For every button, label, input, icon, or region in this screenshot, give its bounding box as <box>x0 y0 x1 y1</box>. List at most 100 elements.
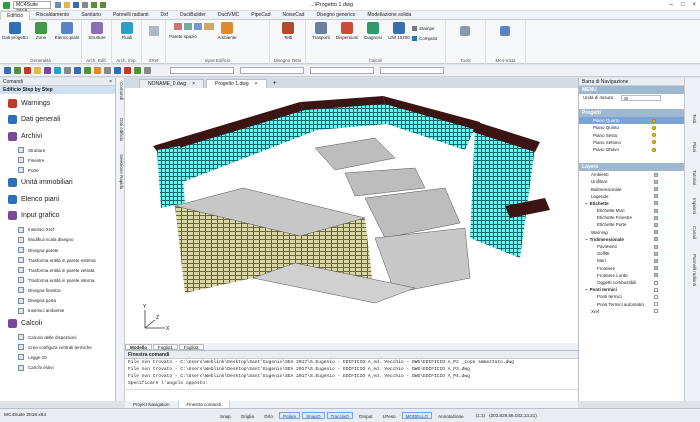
toolbar-icon[interactable] <box>144 67 151 74</box>
ribbon-tab[interactable]: DuctBuilder <box>174 11 212 20</box>
command-item[interactable]: Inserisci Xref <box>0 225 116 234</box>
status-toggle[interactable]: LPeso <box>379 412 400 419</box>
save-icon[interactable] <box>73 2 79 8</box>
toolbar-icon[interactable] <box>64 67 71 74</box>
command-item[interactable]: Trasforma entità in parete interna <box>0 276 116 285</box>
new-tab-icon[interactable]: + <box>273 79 277 88</box>
layer-checkbox[interactable] <box>654 280 658 285</box>
toolbar-icon[interactable] <box>24 67 31 74</box>
ribbon-tab[interactable]: Edificio <box>0 10 31 20</box>
unit-select[interactable]: SI <box>621 94 661 101</box>
lineweight-select[interactable] <box>380 67 444 74</box>
layer-checkbox[interactable] <box>654 208 658 213</box>
floor-item[interactable]: Piano Settimo <box>579 139 684 146</box>
layer-checkbox[interactable] <box>654 273 658 278</box>
computo-button[interactable]: Computo <box>412 36 437 41</box>
layout-tab[interactable]: Foglio2 <box>178 343 204 350</box>
command-item[interactable]: Legge 10 <box>0 353 116 362</box>
vertical-tab[interactable]: Tutorial <box>689 170 697 185</box>
print-icon[interactable] <box>82 2 88 8</box>
layer-checkbox[interactable] <box>654 230 658 235</box>
ribbon-tab[interactable]: NoiseCad <box>276 11 310 20</box>
status-toggle[interactable]: Griglia <box>237 412 258 419</box>
layer-checkbox[interactable] <box>654 223 658 228</box>
bulb-icon[interactable] <box>652 140 656 145</box>
layer-item[interactable]: Legende <box>579 193 684 200</box>
maximize-icon[interactable]: □ <box>681 2 685 8</box>
strutture-button[interactable]: Strutture <box>84 22 110 40</box>
layer-select[interactable] <box>170 67 234 74</box>
ambiente-button[interactable]: Ambiente <box>214 22 240 40</box>
command-item[interactable]: Disegna porta <box>0 296 116 305</box>
layer-item[interactable]: Frontiere <box>579 265 684 272</box>
status-toggle[interactable]: SnapO <box>302 412 325 419</box>
open-icon[interactable] <box>64 2 70 8</box>
close-icon[interactable]: × <box>109 78 115 85</box>
expand-icon[interactable]: − <box>585 200 588 207</box>
layer-checkbox[interactable] <box>654 302 658 307</box>
tools-icon[interactable] <box>460 26 470 36</box>
layer-checkbox[interactable] <box>654 187 658 192</box>
command-item[interactable]: Strutture <box>0 146 116 155</box>
ribbon-tab[interactable]: Modellazione solida <box>361 11 417 20</box>
vista-icon[interactable] <box>500 26 510 36</box>
toolbar-icon[interactable] <box>104 67 111 74</box>
linetype-select[interactable] <box>310 67 374 74</box>
trasporti-button[interactable]: Trasporti <box>308 22 334 40</box>
ribbon-tab[interactable]: Disegno generico <box>310 11 361 20</box>
undo-icon[interactable] <box>91 2 97 8</box>
status-toggle[interactable]: Annotazione <box>434 412 468 419</box>
command-item[interactable]: Crea configura centrali termiche <box>0 343 116 352</box>
tetti-button[interactable]: Tetti <box>275 22 301 40</box>
layer-checkbox[interactable] <box>654 172 658 177</box>
zone-button[interactable]: Zone <box>28 22 54 40</box>
layer-checkbox[interactable] <box>654 251 658 256</box>
command-item[interactable]: Finestre <box>0 156 116 165</box>
ribbon-tab[interactable]: Riscaldamento <box>30 11 75 20</box>
document-tab[interactable]: NONAME_0.dwg × <box>139 79 204 88</box>
stampe-button[interactable]: Stampe <box>412 26 435 31</box>
vertical-tab[interactable]: Selezione Rapida <box>117 154 124 189</box>
layer-item[interactable]: Ambienti <box>579 171 684 178</box>
command-item[interactable]: Trasforma entità in parete vetrata <box>0 266 116 275</box>
layer-item[interactable]: Xref <box>579 308 684 315</box>
section-header[interactable]: Warnings <box>0 96 116 110</box>
layer-item[interactable]: Oggetti combustibili <box>579 279 684 286</box>
layer-item[interactable]: Pavimenti <box>579 243 684 250</box>
vertical-tab[interactable]: Piani <box>689 142 697 152</box>
layer-item[interactable]: Soffitti <box>579 250 684 257</box>
layer-item[interactable]: Etichette Finestre <box>579 214 684 221</box>
layer-item[interactable]: − Tridimensionale <box>579 236 684 243</box>
section-header[interactable]: Elenco piani <box>0 192 116 206</box>
dati-progetto-button[interactable]: Dati progetto <box>2 22 28 40</box>
drawing-canvas[interactable]: X Y Z <box>125 88 578 343</box>
layer-checkbox[interactable] <box>654 287 658 292</box>
bulb-icon[interactable] <box>652 125 656 130</box>
bulb-icon[interactable] <box>652 147 656 152</box>
vertical-tab[interactable]: Canali <box>689 226 697 239</box>
floor-item[interactable]: Piano Quarto <box>579 117 684 125</box>
toolbar-icon[interactable] <box>4 67 11 74</box>
command-item[interactable]: Carichi estivi <box>0 363 116 372</box>
command-item[interactable]: Trasforma entità in parete esterna <box>0 256 116 265</box>
vertical-tab[interactable]: Pannelli radianti <box>689 254 697 286</box>
toolbar-icon[interactable] <box>44 67 51 74</box>
layer-checkbox[interactable] <box>654 215 658 220</box>
toolbar-icon[interactable] <box>14 67 21 74</box>
layer-checkbox[interactable] <box>654 294 658 299</box>
uni-10200-button[interactable]: UNI 10200 <box>386 22 412 40</box>
layout-tab[interactable]: Foglio1 <box>153 343 178 350</box>
toolbar-icon[interactable] <box>34 67 41 74</box>
layer-item[interactable]: Ponti Termici automatici <box>579 301 684 308</box>
vertical-tab[interactable]: Testi <box>689 114 697 123</box>
parete-spazio-button[interactable]: Parete spazio <box>168 34 198 39</box>
minimize-icon[interactable]: – <box>670 2 673 8</box>
status-toggle[interactable]: DInput <box>355 412 377 419</box>
document-tab[interactable]: Progetto 1.dwg × <box>206 79 267 88</box>
toolbar-icon[interactable] <box>74 67 81 74</box>
layer-item[interactable]: − Ponti termici <box>579 286 684 293</box>
layer-checkbox[interactable] <box>654 258 658 263</box>
layer-checkbox[interactable] <box>654 244 658 249</box>
command-input[interactable] <box>125 389 578 396</box>
status-toggle[interactable]: MODELLO <box>401 412 433 419</box>
